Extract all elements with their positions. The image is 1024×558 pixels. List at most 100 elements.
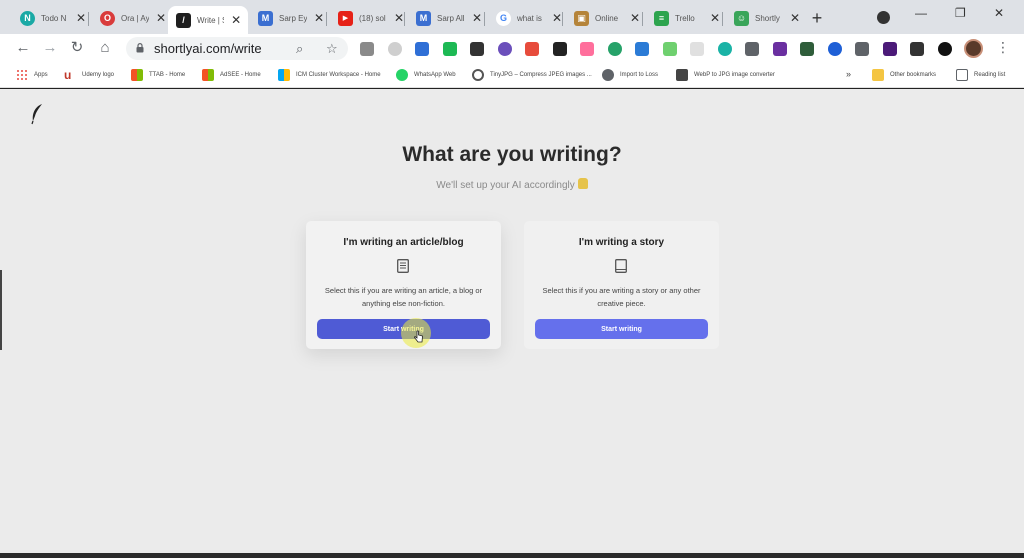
address-bar[interactable]: shortlyai.com/write ⌕ ☆ xyxy=(126,37,348,60)
bookmark-icm[interactable]: ICM Cluster Workspace - Home xyxy=(278,69,381,81)
tab-google-search[interactable]: G what is ✕ xyxy=(488,6,569,30)
back-button[interactable]: ← xyxy=(14,39,32,57)
microsoft-icon xyxy=(278,69,290,81)
bookmark-ttab[interactable]: TTAB - Home xyxy=(131,69,185,81)
bookmark-star-icon[interactable]: ☆ xyxy=(326,41,338,57)
extension-icon[interactable] xyxy=(415,42,429,56)
window-edge xyxy=(0,270,2,350)
bookmark-apps[interactable]: Apps xyxy=(16,69,48,81)
chevron-right-icon: » xyxy=(846,69,852,79)
tab-favicon-icon: ▣ xyxy=(574,10,589,26)
extension-icon[interactable] xyxy=(882,42,897,56)
tab-title: what is xyxy=(517,13,542,23)
tab-write-active[interactable]: / Write | S ✕ xyxy=(168,6,248,34)
new-tab-button[interactable]: + xyxy=(808,8,826,29)
tab-favicon-icon: / xyxy=(176,12,191,28)
extension-icon[interactable] xyxy=(552,42,567,56)
bookmark-tinyjpg[interactable]: TinyJPG – Compress JPEG images ... xyxy=(472,69,592,81)
folder-icon xyxy=(872,69,884,81)
tab-todo[interactable]: N Todo N ✕ xyxy=(12,6,93,30)
extension-icon[interactable] xyxy=(360,42,374,56)
close-tab-icon[interactable]: ✕ xyxy=(471,12,483,24)
extension-icon[interactable] xyxy=(745,42,759,56)
close-tab-icon[interactable]: ✕ xyxy=(629,12,641,24)
microsoft-icon xyxy=(131,69,143,81)
close-tab-icon[interactable]: ✕ xyxy=(155,12,167,24)
tab-sarp-ey[interactable]: M Sarp Ey ✕ xyxy=(250,6,331,30)
bookmarks-bar: Apps u Udemy logo TTAB - Home AdSEE - Ho… xyxy=(0,63,1024,88)
udemy-icon: u xyxy=(64,69,76,81)
tab-online[interactable]: ▣ Online ✕ xyxy=(566,6,647,30)
close-tab-icon[interactable]: ✕ xyxy=(789,12,801,24)
page-content: What are you writing? We'll set up your … xyxy=(0,89,1024,553)
bookmark-reading-list[interactable]: Reading list xyxy=(956,69,1005,81)
extension-icon[interactable] xyxy=(525,42,539,56)
close-tab-icon[interactable]: ✕ xyxy=(75,12,87,24)
close-tab-icon[interactable]: ✕ xyxy=(230,14,242,26)
chrome-menu-icon[interactable]: ⋮ xyxy=(996,39,1010,56)
profile-avatar[interactable] xyxy=(964,39,983,58)
home-button[interactable]: ⌂ xyxy=(96,39,114,57)
tab-title: Shortly xyxy=(755,13,780,23)
close-window-button[interactable]: ✕ xyxy=(994,6,1004,20)
card-description: Select this if you are writing an articl… xyxy=(324,286,483,308)
extension-icon[interactable] xyxy=(470,42,484,56)
image-converter-icon xyxy=(676,69,688,81)
bookmark-whatsapp[interactable]: WhatsApp Web xyxy=(396,69,456,81)
forward-button[interactable]: → xyxy=(41,39,59,57)
extension-icon[interactable] xyxy=(717,42,732,56)
feather-logo-icon[interactable] xyxy=(30,103,46,125)
tab-search-icon[interactable] xyxy=(877,11,890,24)
globe-icon xyxy=(602,69,614,81)
reload-button[interactable]: ↻ xyxy=(68,39,86,57)
tab-sarp-all[interactable]: M Sarp All ✕ xyxy=(408,6,489,30)
minimize-button[interactable]: — xyxy=(915,6,927,20)
bookmark-adsee[interactable]: AdSEE - Home xyxy=(202,69,261,81)
tab-divider xyxy=(484,12,485,26)
extension-icon[interactable] xyxy=(635,42,649,56)
bookmark-udemy[interactable]: u Udemy logo xyxy=(64,69,114,81)
extension-icon[interactable] xyxy=(690,42,704,56)
extension-icon[interactable] xyxy=(442,42,457,56)
extension-icon[interactable] xyxy=(497,42,512,56)
tab-shortly[interactable]: ☺ Shortly ✕ xyxy=(726,6,807,30)
extension-icon[interactable] xyxy=(855,42,869,56)
extension-icon[interactable] xyxy=(580,42,594,56)
tab-favicon-icon: O xyxy=(100,10,115,26)
panda-icon xyxy=(472,69,484,81)
story-card[interactable]: I'm writing a story Select this if you a… xyxy=(524,221,719,349)
card-description: Select this if you are writing a story o… xyxy=(542,286,701,308)
extension-icon[interactable] xyxy=(937,42,952,56)
card-title: I'm writing an article/blog xyxy=(343,237,464,248)
hand-cursor-icon xyxy=(414,330,423,343)
bookmark-webp[interactable]: WebP to JPG image converter xyxy=(676,69,775,81)
start-writing-story-button[interactable]: Start writing xyxy=(535,319,708,339)
bookmark-other[interactable]: Other bookmarks xyxy=(872,69,936,81)
tab-divider xyxy=(326,12,327,26)
extension-icon[interactable] xyxy=(772,42,787,56)
tab-favicon-icon: ☺ xyxy=(734,10,749,26)
extension-icon[interactable] xyxy=(387,42,402,56)
tab-divider xyxy=(404,12,405,26)
close-tab-icon[interactable]: ✕ xyxy=(313,12,325,24)
bookmarks-overflow[interactable]: » xyxy=(846,69,851,79)
close-tab-icon[interactable]: ✕ xyxy=(709,12,721,24)
restore-button[interactable]: ❐ xyxy=(955,6,966,20)
extension-icon[interactable] xyxy=(607,42,622,56)
google-icon: G xyxy=(496,10,511,26)
tab-youtube[interactable]: ▶ (18) sol ✕ xyxy=(330,6,411,30)
microsoft-icon xyxy=(202,69,214,81)
tab-divider xyxy=(642,12,643,26)
extension-icon[interactable] xyxy=(662,42,677,56)
zoom-icon[interactable]: ⌕ xyxy=(296,41,303,57)
extension-icon[interactable] xyxy=(827,42,842,56)
tab-trello[interactable]: ≡ Trello ✕ xyxy=(646,6,727,30)
lock-icon xyxy=(136,43,144,53)
apps-grid-icon xyxy=(16,69,28,81)
extension-icon[interactable] xyxy=(910,42,924,56)
tab-title: Online xyxy=(595,13,619,23)
extension-icon[interactable] xyxy=(800,42,814,56)
bookmark-import[interactable]: Import to Loss xyxy=(602,69,658,81)
tab-ora[interactable]: O Ora | Ay ✕ xyxy=(92,6,173,30)
tab-title: Sarp All xyxy=(437,13,465,23)
